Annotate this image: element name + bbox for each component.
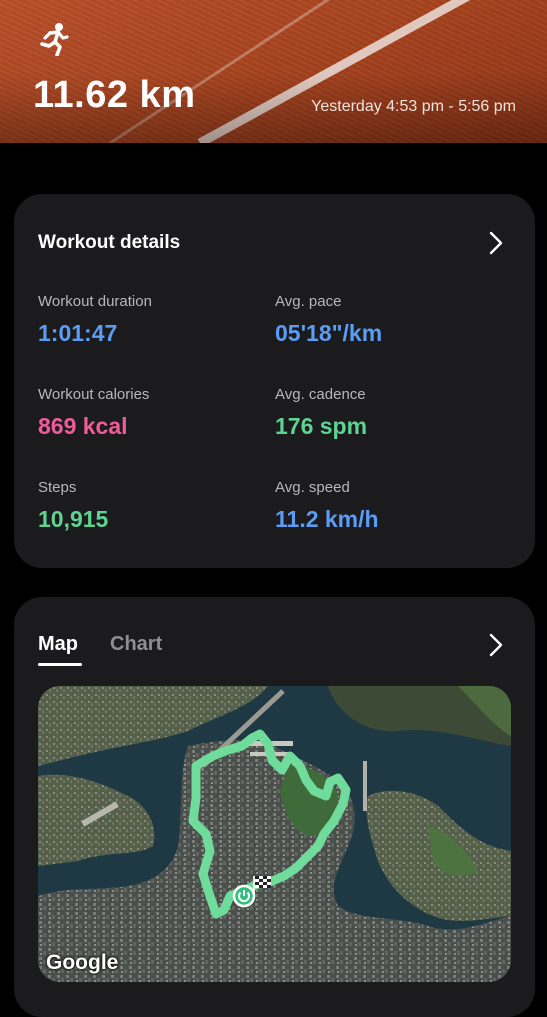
workout-header: 11.62 km Yesterday 4:53 pm - 5:56 pm: [0, 0, 547, 143]
metric-label: Steps: [38, 479, 77, 496]
workout-details-title: Workout details: [38, 232, 181, 253]
start-marker-icon: [232, 884, 256, 908]
tab-chart[interactable]: Chart: [110, 633, 162, 656]
metric-avg-cadence: Avg. cadence 176 spm: [275, 386, 367, 440]
chevron-right-icon[interactable]: [488, 230, 504, 256]
metric-avg-speed: Avg. speed 11.2 km/h: [275, 479, 379, 533]
metric-workout-calories: Workout calories 869 kcal: [38, 386, 149, 440]
metric-steps: Steps 10,915: [38, 479, 108, 533]
distance-value: 11.62 km: [33, 74, 196, 116]
workout-details-card[interactable]: Workout details Workout duration 1:01:47…: [14, 194, 535, 568]
chevron-right-icon[interactable]: [488, 632, 504, 658]
map-attribution: Google: [46, 951, 119, 974]
satellite-map: [38, 686, 511, 982]
route-card: Map Chart Google: [14, 597, 535, 1017]
metric-label: Workout duration: [38, 293, 152, 310]
metric-value: 176 spm: [275, 413, 368, 439]
metric-value: 05'18"/km: [275, 320, 383, 346]
running-person-icon: [40, 23, 69, 56]
metric-value: 11.2 km/h: [275, 506, 379, 532]
tab-map[interactable]: Map: [38, 633, 78, 656]
metric-value: 1:01:47: [38, 320, 118, 346]
metric-label: Avg. speed: [275, 479, 350, 496]
metric-avg-pace: Avg. pace 05'18"/km: [275, 293, 382, 347]
active-tab-indicator: [38, 663, 82, 666]
metric-label: Avg. pace: [275, 293, 342, 310]
workout-time-range: Yesterday 4:53 pm - 5:56 pm: [311, 98, 516, 115]
route-map[interactable]: Google: [38, 686, 511, 982]
metric-value: 869 kcal: [38, 413, 128, 439]
metric-label: Avg. cadence: [275, 386, 366, 403]
metric-workout-duration: Workout duration 1:01:47: [38, 293, 152, 347]
metric-label: Workout calories: [38, 386, 150, 403]
metric-value: 10,915: [38, 506, 109, 532]
